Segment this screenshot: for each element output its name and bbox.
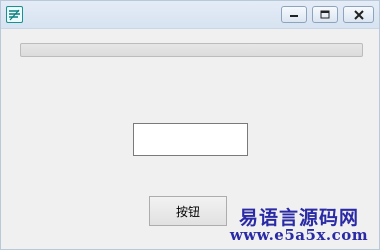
maximize-button[interactable] [312,6,338,23]
text-input[interactable] [133,123,248,156]
action-button[interactable]: 按钮 [149,196,227,226]
minimize-button[interactable] [281,6,307,23]
watermark-title: 易语言源码网 [238,207,359,229]
close-button[interactable] [343,6,374,23]
minimize-icon [288,11,300,19]
watermark: 易语言源码网 www.e5a5x.com [221,203,377,249]
app-window: 按钮 易语言源码网 www.e5a5x.com [0,0,380,250]
title-bar[interactable] [1,1,379,29]
watermark-url: www.e5a5x.com [229,226,369,244]
maximize-icon [319,10,331,20]
progress-bar [20,43,363,57]
close-icon [353,9,365,20]
action-button-label: 按钮 [175,204,200,219]
app-logo-icon[interactable] [6,6,23,23]
